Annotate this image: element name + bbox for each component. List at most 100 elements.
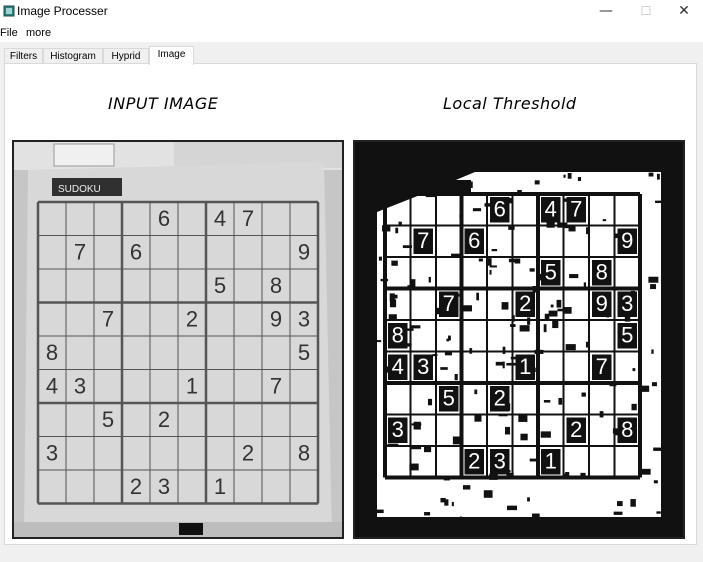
sudoku-digit: 4 <box>392 354 404 379</box>
app-image-icon <box>3 5 15 17</box>
noise-speck <box>552 320 559 329</box>
sudoku-digit: 8 <box>621 417 633 442</box>
noise-speck <box>428 276 431 283</box>
noise-speck <box>472 208 482 212</box>
sudoku-digit: 3 <box>74 374 86 399</box>
noise-speck <box>395 227 399 234</box>
sudoku-digit: 3 <box>621 291 633 316</box>
noise-speck <box>540 431 551 438</box>
noise-speck <box>454 373 458 381</box>
noise-speck <box>543 324 547 333</box>
noise-speck <box>389 293 395 302</box>
sudoku-digit: 5 <box>102 407 114 432</box>
sudoku-digit: 7 <box>596 354 608 379</box>
tab-image[interactable]: Image <box>149 46 194 65</box>
sudoku-digit: 9 <box>621 228 633 253</box>
noise-speck <box>529 268 535 272</box>
sudoku-digit: 3 <box>46 441 58 466</box>
tab-histogram[interactable]: Histogram <box>43 48 103 64</box>
menu-more[interactable]: more <box>26 27 51 39</box>
noise-speck <box>489 269 492 275</box>
sudoku-digit: 7 <box>443 291 455 316</box>
sudoku-digit: 8 <box>270 273 282 298</box>
noise-speck <box>632 368 636 372</box>
noise-speck <box>650 284 657 290</box>
noise-speck <box>502 361 505 369</box>
noise-speck <box>556 299 562 308</box>
noise-speck <box>502 346 506 354</box>
close-button[interactable]: ✕ <box>664 0 703 24</box>
noise-speck <box>656 173 660 180</box>
noise-speck <box>423 446 432 453</box>
noise-speck <box>548 310 558 317</box>
noise-speck <box>391 260 398 266</box>
noise-speck <box>470 181 473 188</box>
noise-speck <box>569 274 579 279</box>
noise-speck <box>527 317 531 325</box>
sudoku-digit: 8 <box>46 340 58 365</box>
maximize-button[interactable]: ☐ <box>626 0 666 24</box>
noise-speck <box>423 184 427 188</box>
noise-speck <box>648 172 654 177</box>
noise-speck <box>476 292 480 301</box>
sudoku-digit: 3 <box>392 417 404 442</box>
output-image-heading: Local Threshold <box>443 94 577 113</box>
title-bar: Image Processer — ☐ ✕ <box>0 0 703 24</box>
noise-speck <box>653 447 664 451</box>
sudoku-digit: 3 <box>298 307 310 332</box>
noise-speck <box>655 200 665 204</box>
tab-filters[interactable]: Filters <box>4 48 43 64</box>
noise-speck <box>478 258 483 262</box>
noise-speck <box>602 219 607 222</box>
noise-speck <box>653 480 658 484</box>
noise-speck <box>427 398 433 406</box>
sudoku-digit: 3 <box>417 354 429 379</box>
sudoku-digit: 4 <box>545 197 557 222</box>
noise-speck <box>491 249 498 252</box>
noise-speck <box>617 501 623 507</box>
noise-speck <box>446 338 450 342</box>
sudoku-digit: 6 <box>468 228 480 253</box>
noise-speck <box>489 265 497 268</box>
noise-speck <box>459 516 462 519</box>
sudoku-digit: 5 <box>621 323 633 348</box>
sudoku-digit: 5 <box>214 273 226 298</box>
menu-file[interactable]: File <box>0 27 18 39</box>
noise-speck <box>413 421 421 430</box>
noise-speck <box>581 392 586 397</box>
sudoku-digit: 8 <box>392 323 404 348</box>
sudoku-digit: 3 <box>494 449 506 474</box>
sudoku-digit: 5 <box>443 386 455 411</box>
noise-speck <box>648 276 659 283</box>
noise-speck <box>501 302 509 310</box>
sudoku-digit: 2 <box>158 407 170 432</box>
sudoku-digit: 6 <box>158 206 170 231</box>
menu-bar: File more <box>0 24 703 42</box>
sudoku-digit: 7 <box>417 228 429 253</box>
sudoku-banner-text: SUDOKU <box>58 184 101 195</box>
noise-speck <box>462 485 471 490</box>
noise-speck <box>631 403 637 411</box>
noise-speck <box>651 382 657 387</box>
tab-hyprid[interactable]: Hyprid <box>103 48 149 64</box>
sudoku-digit: 2 <box>468 449 480 474</box>
input-image-heading: INPUT IMAGE <box>108 94 219 113</box>
noise-speck <box>519 325 530 332</box>
noise-speck <box>518 414 528 422</box>
noise-speck <box>567 173 572 179</box>
tab-bar: Filters Histogram Hyprid Image <box>0 42 703 65</box>
noise-speck <box>423 173 433 181</box>
noise-speck <box>531 513 540 521</box>
noise-speck <box>527 497 530 502</box>
sudoku-digit: 8 <box>596 260 608 285</box>
sudoku-digit: 4 <box>214 206 226 231</box>
sudoku-digit: 7 <box>102 307 114 332</box>
noise-speck <box>474 414 482 422</box>
sudoku-digit: 2 <box>519 291 531 316</box>
minimize-button[interactable]: — <box>586 0 626 24</box>
sudoku-digit: 2 <box>130 474 142 499</box>
noise-speck <box>506 362 517 366</box>
noise-speck <box>451 501 454 507</box>
noise-speck <box>520 433 528 441</box>
noise-speck <box>376 509 384 514</box>
